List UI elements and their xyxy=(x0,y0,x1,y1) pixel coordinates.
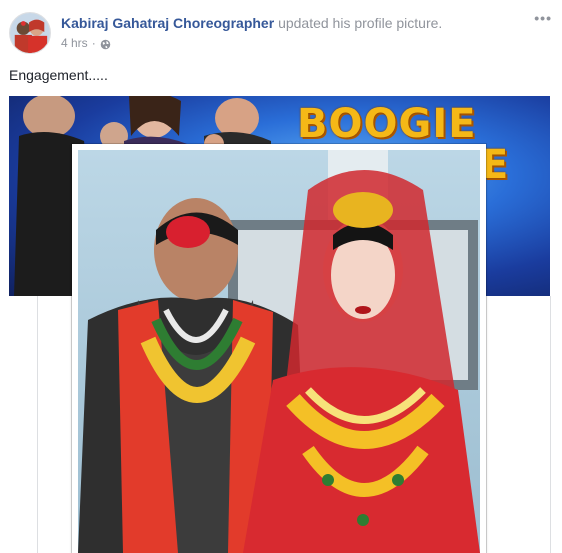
meta-separator: · xyxy=(91,36,96,50)
globe-icon[interactable] xyxy=(100,38,111,49)
author-avatar[interactable] xyxy=(9,12,51,54)
post-caption: Engagement..... xyxy=(9,67,108,83)
profile-picture xyxy=(78,150,480,553)
post-meta: 4 hrs · xyxy=(61,35,111,51)
cover-show-logo: BOOGIE xyxy=(297,101,477,147)
post-timestamp[interactable]: 4 hrs xyxy=(61,35,88,51)
avatar-image xyxy=(10,13,50,53)
post-action-text: updated his profile picture. xyxy=(278,15,443,31)
post-headline: Kabiraj Gahatraj Choreographer updated h… xyxy=(61,14,442,32)
profile-picture-frame[interactable] xyxy=(72,144,486,553)
feed-post: Kabiraj Gahatraj Choreographer updated h… xyxy=(0,0,562,553)
author-name-link[interactable]: Kabiraj Gahatraj Choreographer xyxy=(61,15,274,31)
more-options-icon[interactable]: ••• xyxy=(534,10,552,26)
post-header: Kabiraj Gahatraj Choreographer updated h… xyxy=(9,10,554,56)
